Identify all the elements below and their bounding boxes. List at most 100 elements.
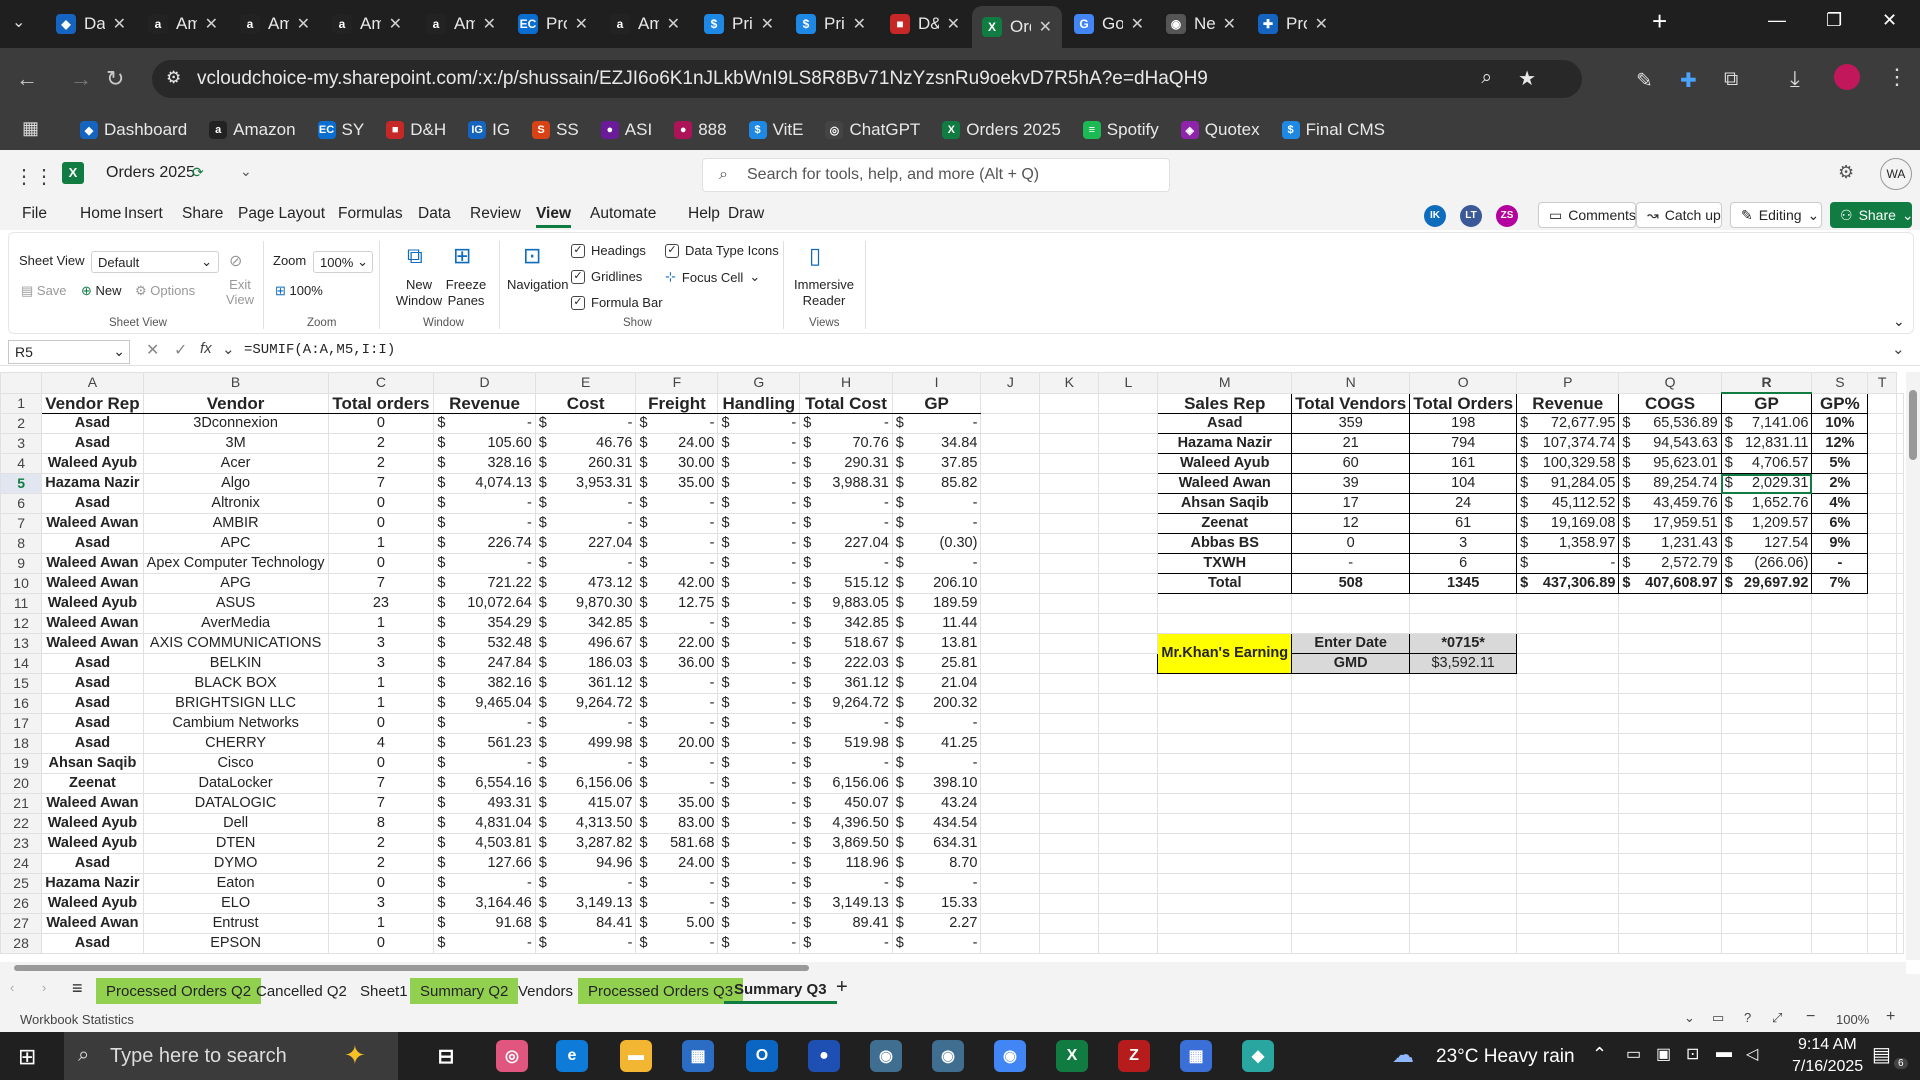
summary-gp-percent[interactable]: 2% [1811, 473, 1869, 494]
bookmark-item[interactable]: ≡ Spotify [1082, 120, 1159, 140]
tray-display-icon[interactable]: ▭ [1626, 1044, 1641, 1064]
summary-total-orders[interactable]: 61 [1409, 513, 1518, 534]
cell-amount[interactable]: $ - [433, 553, 536, 574]
bookmark-item[interactable]: ◆ Dashboard [80, 120, 187, 140]
cell-empty[interactable] [1409, 933, 1518, 954]
summary-gp-percent[interactable]: 10% [1811, 413, 1869, 434]
summary-amount[interactable]: $89,254.74 [1618, 473, 1722, 494]
summary-sales-rep[interactable]: Asad [1157, 413, 1293, 434]
cell-empty[interactable] [980, 873, 1041, 894]
summary-total-orders[interactable]: 3 [1409, 533, 1518, 554]
summary-amount[interactable]: $94,543.63 [1618, 433, 1722, 454]
cell-empty[interactable] [1720, 673, 1813, 694]
sheet-tab[interactable]: Processed Orders Q3 [578, 978, 744, 1004]
menu-home[interactable]: Home [80, 205, 121, 223]
cell-amount[interactable]: $118.96 [799, 853, 893, 874]
cell-empty[interactable] [1409, 853, 1518, 874]
bookmark-item[interactable]: EC SY [317, 120, 364, 140]
cell-empty[interactable] [1291, 933, 1411, 954]
cell-empty[interactable] [1098, 793, 1159, 814]
apps-grid-icon[interactable]: ▦ [22, 118, 39, 139]
row-header[interactable]: 24 [0, 853, 43, 874]
cell-amount[interactable]: $3,953.31 [534, 473, 637, 494]
tab-close-icon[interactable]: ✕ [113, 14, 126, 34]
menu-file[interactable]: File [22, 205, 47, 223]
cell-empty[interactable] [1720, 873, 1813, 894]
cell-empty[interactable] [1098, 473, 1159, 494]
cell-amount[interactable]: $ - [635, 873, 719, 894]
summary-sales-rep[interactable]: Hazama Nazir [1157, 433, 1293, 454]
cell-vendor[interactable]: Cisco [142, 753, 329, 774]
row-header[interactable]: 26 [0, 893, 43, 914]
cell-vendor[interactable]: APG [142, 573, 329, 594]
row-header[interactable]: 6 [0, 493, 43, 514]
cell-vendor-rep[interactable]: Waleed Awan [41, 513, 144, 534]
cell-amount[interactable]: $3,287.82 [534, 833, 637, 854]
cell-vendor[interactable]: BLACK BOX [142, 673, 329, 694]
cell-empty[interactable] [1618, 713, 1722, 734]
cell-empty[interactable] [1896, 413, 1904, 434]
cell-amount[interactable]: $ - [799, 413, 893, 434]
cell-empty[interactable] [1516, 853, 1620, 874]
cell-amount[interactable]: $ - [717, 653, 801, 674]
bookmark-item[interactable]: $ Final CMS [1281, 120, 1385, 140]
cell-empty[interactable] [980, 913, 1041, 934]
vertical-scrollbar[interactable] [1906, 372, 1920, 960]
cell-amount[interactable]: $361.12 [799, 673, 893, 694]
cell-vendor-rep[interactable]: Asad [41, 933, 144, 954]
cell-amount[interactable]: $ - [717, 593, 801, 614]
cell-amount[interactable]: $ - [717, 613, 801, 634]
header-cell[interactable]: Vendor [142, 392, 329, 414]
cell-amount[interactable]: $4,503.81 [433, 833, 536, 854]
cell-amount[interactable]: $ - [717, 413, 801, 434]
cell-empty[interactable] [1409, 913, 1518, 934]
cell-empty[interactable] [1098, 893, 1159, 914]
cell-amount[interactable]: $35.00 [635, 793, 719, 814]
cell-amount[interactable]: $ (0.30) [891, 533, 982, 554]
cell-amount[interactable]: $89.41 [799, 913, 893, 934]
ribbon-collapse-icon[interactable]: ⌄ [1893, 313, 1905, 330]
cell-amount[interactable]: $3,164.46 [433, 893, 536, 914]
cell-empty[interactable] [1098, 673, 1159, 694]
column-header-q[interactable]: Q [1618, 372, 1722, 394]
weather-cloud-icon[interactable]: ☁ [1392, 1042, 1414, 1068]
cell-amount[interactable]: $ - [891, 713, 982, 734]
browser-tab[interactable]: EC Pro ✕ [508, 6, 598, 42]
browser-tab[interactable]: a Am ✕ [230, 6, 320, 42]
cell-amount[interactable]: $ - [635, 513, 719, 534]
cell-empty[interactable] [980, 633, 1041, 654]
url-bar[interactable]: ⚙ vcloudchoice-my.sharepoint.com/:x:/p/s… [152, 60, 1582, 98]
summary-amount[interactable]: $1,209.57 [1720, 513, 1813, 534]
bookmark-item[interactable]: ◈ Quotex [1180, 120, 1260, 140]
cell-empty[interactable] [1098, 833, 1159, 854]
row-header[interactable]: 1 [0, 392, 43, 414]
site-info-icon[interactable]: ⚙ [166, 68, 181, 88]
cell-empty[interactable] [1720, 913, 1813, 934]
cell-vendor[interactable]: ELO [142, 893, 329, 914]
vpn-app-icon[interactable]: ◆ [1242, 1040, 1274, 1072]
header-cell[interactable]: Vendor Rep [41, 392, 144, 414]
summary-amount[interactable]: $ (266.06) [1720, 553, 1813, 574]
cell-empty[interactable] [1516, 873, 1620, 894]
column-header-j[interactable]: J [980, 372, 1041, 394]
prev-sheet-icon[interactable]: ‹ [10, 980, 14, 995]
row-header[interactable]: 9 [0, 553, 43, 574]
column-header-h[interactable]: H [799, 372, 893, 394]
cell-empty[interactable] [1720, 833, 1813, 854]
summary-gp-percent[interactable]: - [1811, 553, 1869, 574]
summary-total-vendors[interactable]: 0 [1291, 533, 1411, 554]
cell-vendor-rep[interactable]: Waleed Awan [41, 633, 144, 654]
cell-amount[interactable]: $206.10 [891, 573, 982, 594]
cell-empty[interactable] [1896, 893, 1904, 914]
cell-amount[interactable]: $4,074.13 [433, 473, 536, 494]
summary-amount[interactable]: $2,029.31 [1720, 473, 1813, 494]
cell-empty[interactable] [1618, 813, 1722, 834]
cell-vendor-rep[interactable]: Waleed Awan [41, 793, 144, 814]
cell-empty[interactable] [1720, 893, 1813, 914]
cell-vendor-rep[interactable]: Asad [41, 533, 144, 554]
cell-amount[interactable]: $ - [717, 713, 801, 734]
cell-empty[interactable] [1867, 433, 1897, 454]
cell-amount[interactable]: $5.00 [635, 913, 719, 934]
cell-empty[interactable] [1867, 773, 1897, 794]
row-header[interactable]: 21 [0, 793, 43, 814]
